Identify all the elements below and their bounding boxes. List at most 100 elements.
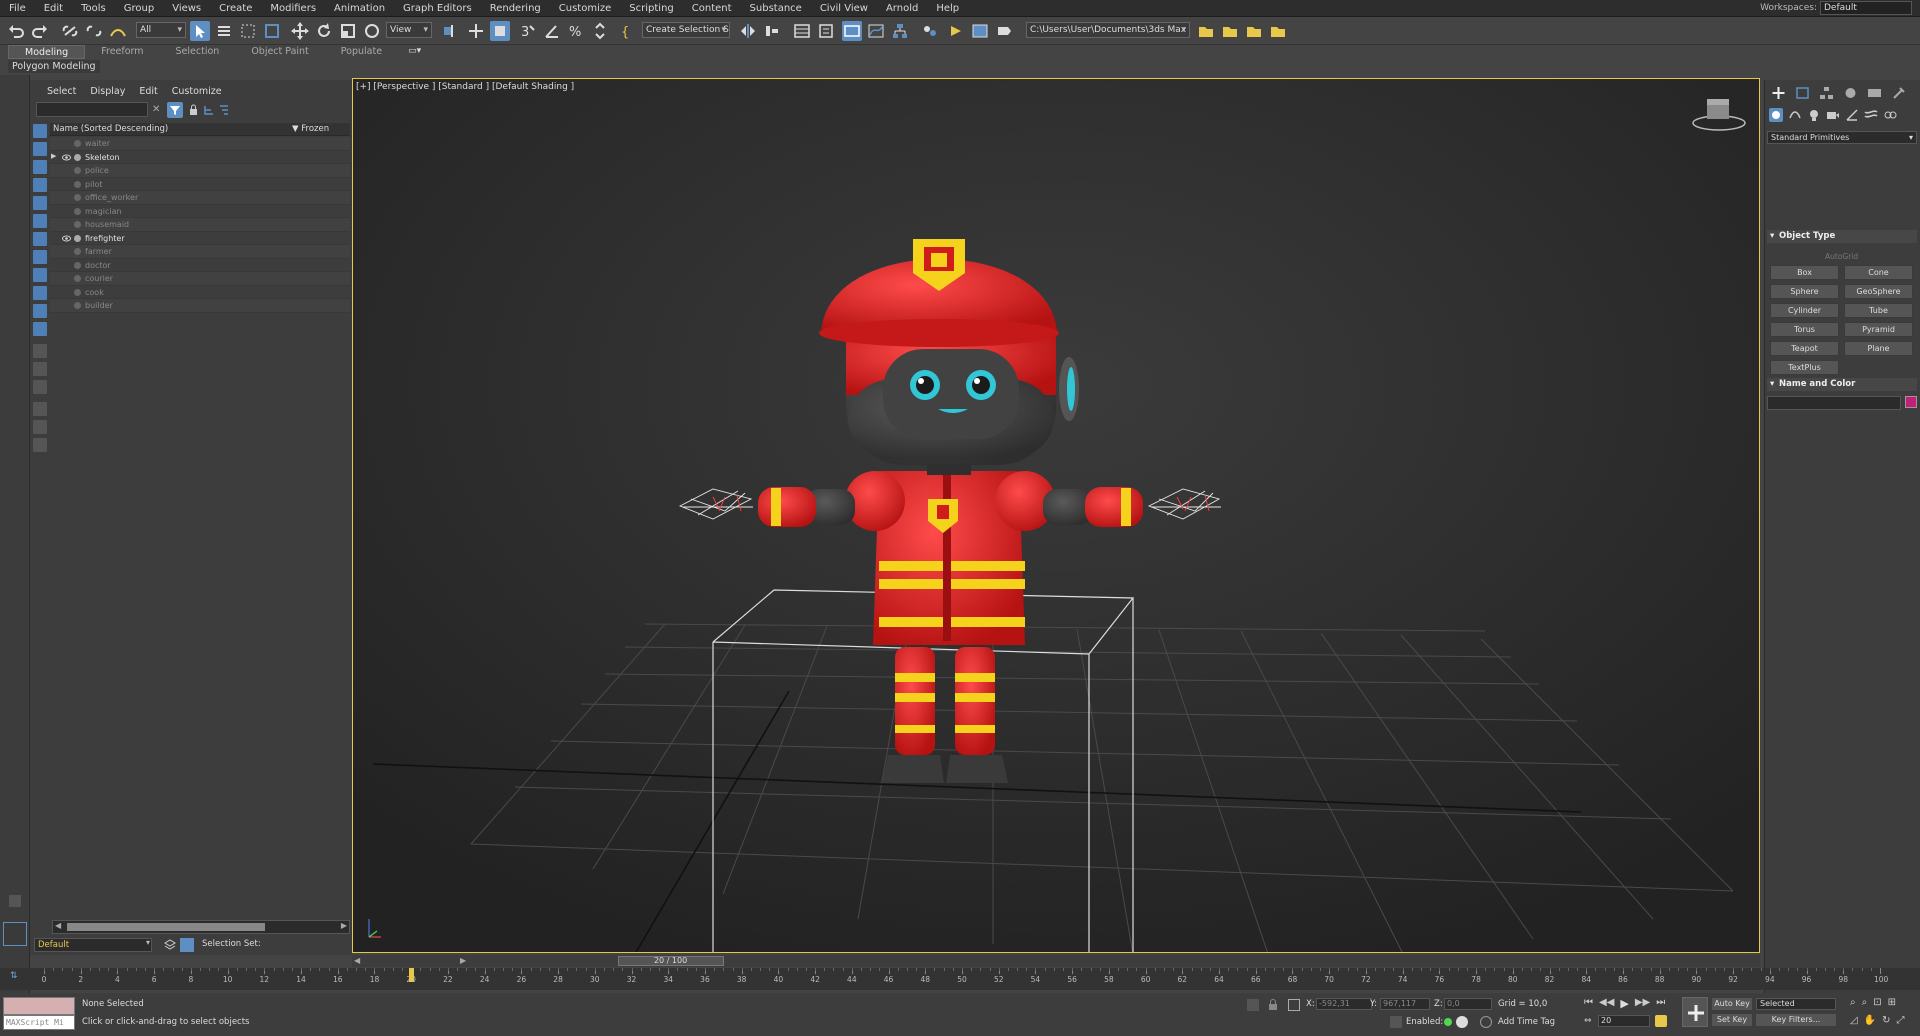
scene-explorer-search-input[interactable]: [36, 102, 148, 117]
render-setup-icon[interactable]: [946, 21, 966, 41]
y-coord-input[interactable]: 967,117: [1380, 998, 1430, 1010]
workspace-dropdown[interactable]: Default: [1820, 1, 1912, 15]
project-open-icon[interactable]: [1196, 21, 1216, 41]
rectangular-selection-icon[interactable]: [238, 21, 258, 41]
scene-object-row[interactable]: ▶ Skeleton: [50, 151, 350, 164]
align-icon[interactable]: [762, 21, 782, 41]
select-by-name-icon[interactable]: [214, 21, 234, 41]
explorer-menu-display[interactable]: Display: [83, 85, 132, 99]
place-icon[interactable]: [362, 21, 382, 41]
scale-icon[interactable]: [338, 21, 358, 41]
scrollbar-thumb[interactable]: [67, 923, 265, 931]
add-time-tag-button[interactable]: Add Time Tag: [1498, 1017, 1555, 1027]
track-bar[interactable]: ⇅ 02468101214161820222426283032343638404…: [0, 968, 1920, 990]
move-icon[interactable]: [290, 21, 310, 41]
project-settings-icon[interactable]: [1268, 21, 1288, 41]
layer-dropdown-chevron-icon[interactable]: ▾: [146, 938, 150, 947]
primitive-torus-button[interactable]: Torus: [1770, 322, 1839, 337]
menu-animation[interactable]: Animation: [325, 0, 394, 17]
display-none-icon[interactable]: [33, 362, 47, 376]
layer-hierarchy-icon[interactable]: [218, 104, 230, 116]
z-coord-input[interactable]: 0,0: [1444, 998, 1492, 1010]
set-keys-icon[interactable]: [1682, 997, 1708, 1027]
display-space-warps-icon[interactable]: [33, 214, 47, 228]
menu-tools[interactable]: Tools: [72, 0, 115, 17]
layers-icon[interactable]: [163, 938, 177, 952]
maxscript-mini-listener[interactable]: MAXScript Mi: [3, 1015, 75, 1030]
key-filters-button[interactable]: Key Filters...: [1756, 1014, 1836, 1026]
primitive-tube-button[interactable]: Tube: [1844, 303, 1913, 318]
maximize-viewport-icon[interactable]: ⤢: [1897, 1015, 1905, 1026]
sync-selection-icon[interactable]: [33, 438, 47, 452]
menu-rendering[interactable]: Rendering: [481, 0, 550, 17]
space-warps-category-icon[interactable]: [1864, 108, 1878, 122]
scene-object-row[interactable]: office_worker: [50, 191, 350, 205]
isolate-selection-icon[interactable]: [1247, 999, 1259, 1011]
scroll-right-icon[interactable]: ▶: [341, 921, 347, 930]
autogrid-checkbox[interactable]: AutoGrid: [1825, 252, 1858, 261]
dock-toggle-icon[interactable]: [9, 895, 21, 907]
perspective-viewport[interactable]: [+] [Perspective ] [Standard ] [Default …: [352, 78, 1760, 953]
primitive-box-button[interactable]: Box: [1770, 265, 1839, 280]
open-mini-curve-editor-icon[interactable]: ⇅: [10, 971, 18, 981]
scene-object-row[interactable]: police: [50, 164, 350, 178]
display-groups-icon[interactable]: [33, 232, 47, 246]
viewport-layout-icon[interactable]: [3, 922, 27, 946]
next-frame-icon[interactable]: ▶: [460, 956, 466, 965]
primitive-cylinder-button[interactable]: Cylinder: [1770, 303, 1839, 318]
previous-frame-icon[interactable]: ◀◀: [1599, 997, 1614, 1010]
select-object-icon[interactable]: [190, 21, 210, 41]
visibility-eye-icon[interactable]: [62, 234, 71, 243]
motion-tab-icon[interactable]: [1843, 86, 1858, 100]
schematic-view-icon[interactable]: [890, 21, 910, 41]
menu-scripting[interactable]: Scripting: [620, 0, 682, 17]
object-name-input[interactable]: [1767, 396, 1901, 410]
create-tab-icon[interactable]: [1771, 86, 1786, 100]
x-coord-input[interactable]: -592,31: [1316, 998, 1372, 1010]
display-geometry-icon[interactable]: [33, 124, 47, 138]
key-mode-toggle-icon[interactable]: ⇔: [1584, 1016, 1592, 1026]
viewport-label-menu[interactable]: [+] [Perspective ] [Standard ] [Default …: [356, 82, 574, 92]
edit-named-selection-icon[interactable]: {: [618, 21, 638, 41]
zoom-icon[interactable]: ⌕: [1850, 997, 1856, 1008]
menu-group[interactable]: Group: [115, 0, 163, 17]
display-cameras-icon[interactable]: [33, 178, 47, 192]
keyboard-shortcut-override-icon[interactable]: [490, 21, 510, 41]
object-category-dropdown[interactable]: Standard Primitives: [1767, 131, 1917, 144]
render-production-icon[interactable]: [994, 21, 1014, 41]
orbit-icon[interactable]: ↻: [1882, 1015, 1890, 1026]
set-key-button[interactable]: Set Key: [1712, 1014, 1752, 1026]
adaptive-degradation-icon[interactable]: [1390, 1016, 1402, 1028]
auto-key-button[interactable]: Auto Key: [1712, 998, 1752, 1010]
rendered-frame-window-icon[interactable]: [970, 21, 990, 41]
select-and-link-icon[interactable]: [60, 21, 80, 41]
primitive-textplus-button[interactable]: TextPlus: [1770, 360, 1839, 375]
display-invert-icon[interactable]: [33, 380, 47, 394]
scroll-left-icon[interactable]: ◀: [55, 921, 61, 930]
scene-object-row[interactable]: builder: [50, 299, 350, 313]
column-name-header[interactable]: Name (Sorted Descending): [53, 123, 168, 136]
pivot-center-icon[interactable]: [440, 21, 460, 41]
menu-graph-editors[interactable]: Graph Editors: [394, 0, 481, 17]
hierarchy-icon[interactable]: [203, 104, 215, 116]
time-configuration-icon[interactable]: [1655, 1015, 1667, 1027]
hierarchy-tab-icon[interactable]: [1819, 86, 1834, 100]
toggle-scene-explorer-icon[interactable]: [792, 21, 812, 41]
primitive-cone-button[interactable]: Cone: [1844, 265, 1913, 280]
scene-object-row[interactable]: doctor: [50, 259, 350, 272]
object-type-rollout[interactable]: Object Type: [1767, 230, 1917, 243]
find-icon[interactable]: [33, 402, 47, 416]
ribbon-panel-polygon-modeling[interactable]: Polygon Modeling: [8, 60, 100, 73]
primitive-teapot-button[interactable]: Teapot: [1770, 341, 1839, 356]
display-tab-icon[interactable]: [1867, 86, 1882, 100]
display-all-icon[interactable]: [33, 344, 47, 358]
selection-lock-icon[interactable]: [1268, 999, 1278, 1011]
ribbon-tab-populate[interactable]: Populate: [325, 45, 398, 59]
curve-editor-icon[interactable]: [866, 21, 886, 41]
menu-create[interactable]: Create: [210, 0, 261, 17]
zoom-extents-all-icon[interactable]: ⊞: [1888, 997, 1896, 1008]
display-shapes-icon[interactable]: [33, 142, 47, 156]
menu-substance[interactable]: Substance: [741, 0, 811, 17]
menu-content[interactable]: Content: [683, 0, 741, 17]
scene-object-row[interactable]: pilot: [50, 178, 350, 191]
